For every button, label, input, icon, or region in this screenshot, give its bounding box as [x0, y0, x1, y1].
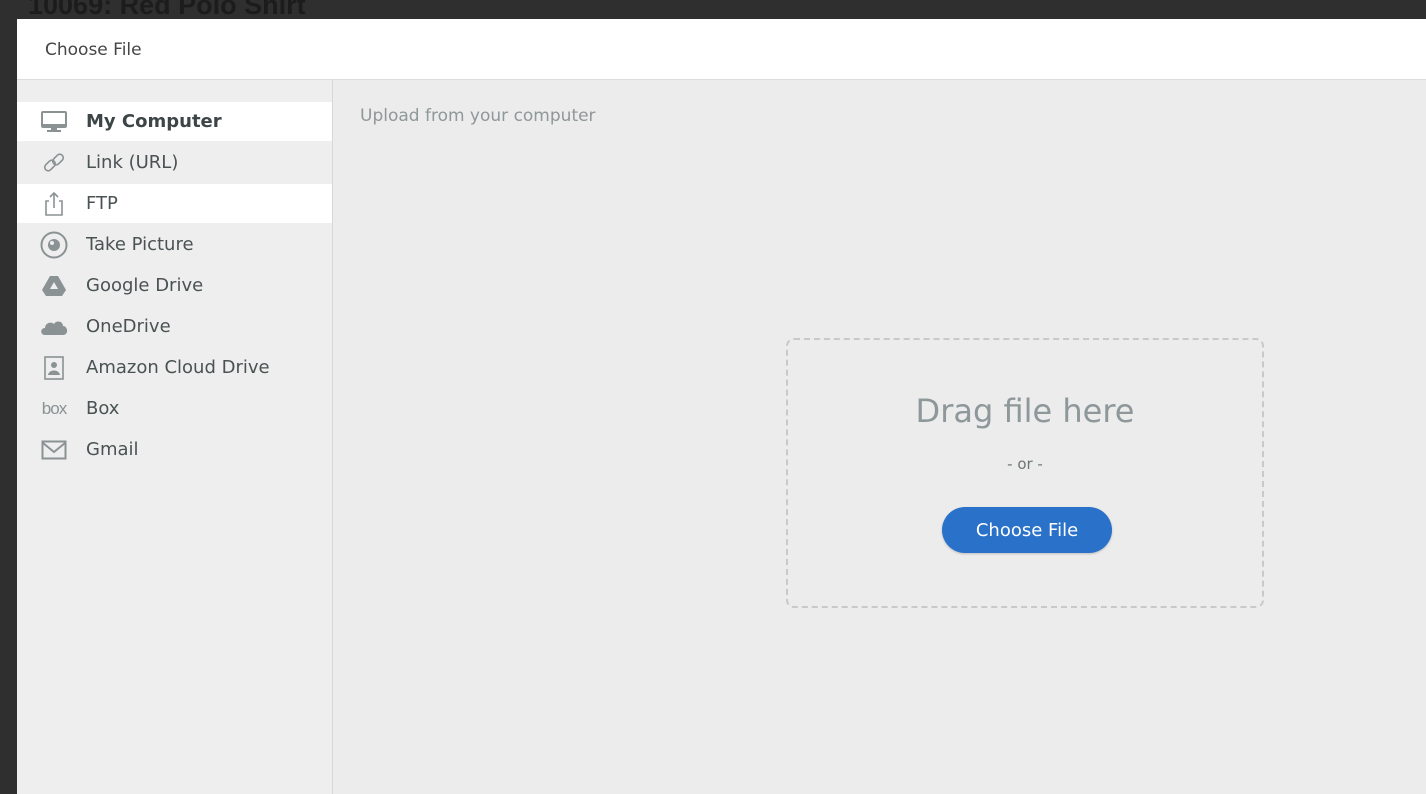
sidebar-item-google-drive[interactable]: Google Drive	[17, 266, 332, 305]
link-icon	[39, 149, 69, 177]
drop-zone[interactable]: Drag file here - or - Choose File	[786, 338, 1264, 608]
sidebar-item-label: Take Picture	[86, 234, 194, 255]
upload-panel: Upload from your computer Drag file here…	[333, 80, 1426, 794]
upload-heading: Upload from your computer	[360, 106, 596, 126]
sidebar-item-onedrive[interactable]: OneDrive	[17, 307, 332, 346]
sidebar-item-link-url[interactable]: Link (URL)	[17, 143, 332, 182]
box-icon: box	[39, 395, 69, 423]
dialog-title: Choose File	[45, 40, 142, 60]
sidebar-item-label: Google Drive	[86, 275, 204, 296]
onedrive-icon	[39, 313, 69, 341]
sidebar-item-box[interactable]: box Box	[17, 389, 332, 428]
sidebar-item-take-picture[interactable]: Take Picture	[17, 225, 332, 264]
sidebar-item-label: Gmail	[86, 439, 139, 460]
background-page-title: 10069: Red Polo Shirt	[28, 0, 306, 20]
sidebar-item-gmail[interactable]: Gmail	[17, 430, 332, 469]
computer-icon	[39, 108, 69, 136]
sidebar-item-label: Amazon Cloud Drive	[86, 357, 270, 378]
sidebar-item-label: FTP	[86, 193, 118, 214]
sidebar-item-ftp[interactable]: FTP	[17, 184, 332, 223]
drop-zone-or-text: - or -	[1007, 455, 1043, 473]
upload-icon	[39, 190, 69, 218]
camera-icon	[39, 231, 69, 259]
choose-file-button[interactable]: Choose File	[942, 507, 1112, 553]
drop-zone-title: Drag file here	[915, 392, 1135, 430]
sidebar-item-label: Link (URL)	[86, 152, 179, 173]
sidebar-item-label: Box	[86, 398, 120, 419]
gmail-icon	[39, 436, 69, 464]
file-picker-dialog: Choose File My Computer Link (URL) FTP T…	[17, 19, 1426, 794]
source-sidebar: My Computer Link (URL) FTP Take Picture	[17, 80, 333, 794]
sidebar-item-amazon-cloud-drive[interactable]: Amazon Cloud Drive	[17, 348, 332, 387]
sidebar-item-label: OneDrive	[86, 316, 171, 337]
sidebar-item-label: My Computer	[86, 111, 222, 132]
amazon-cloud-drive-icon	[39, 354, 69, 382]
sidebar-item-my-computer[interactable]: My Computer	[17, 102, 332, 141]
google-drive-icon	[39, 272, 69, 300]
dialog-header: Choose File	[17, 19, 1426, 80]
box-logo-text: box	[41, 398, 67, 418]
source-list: My Computer Link (URL) FTP Take Picture	[17, 102, 332, 471]
